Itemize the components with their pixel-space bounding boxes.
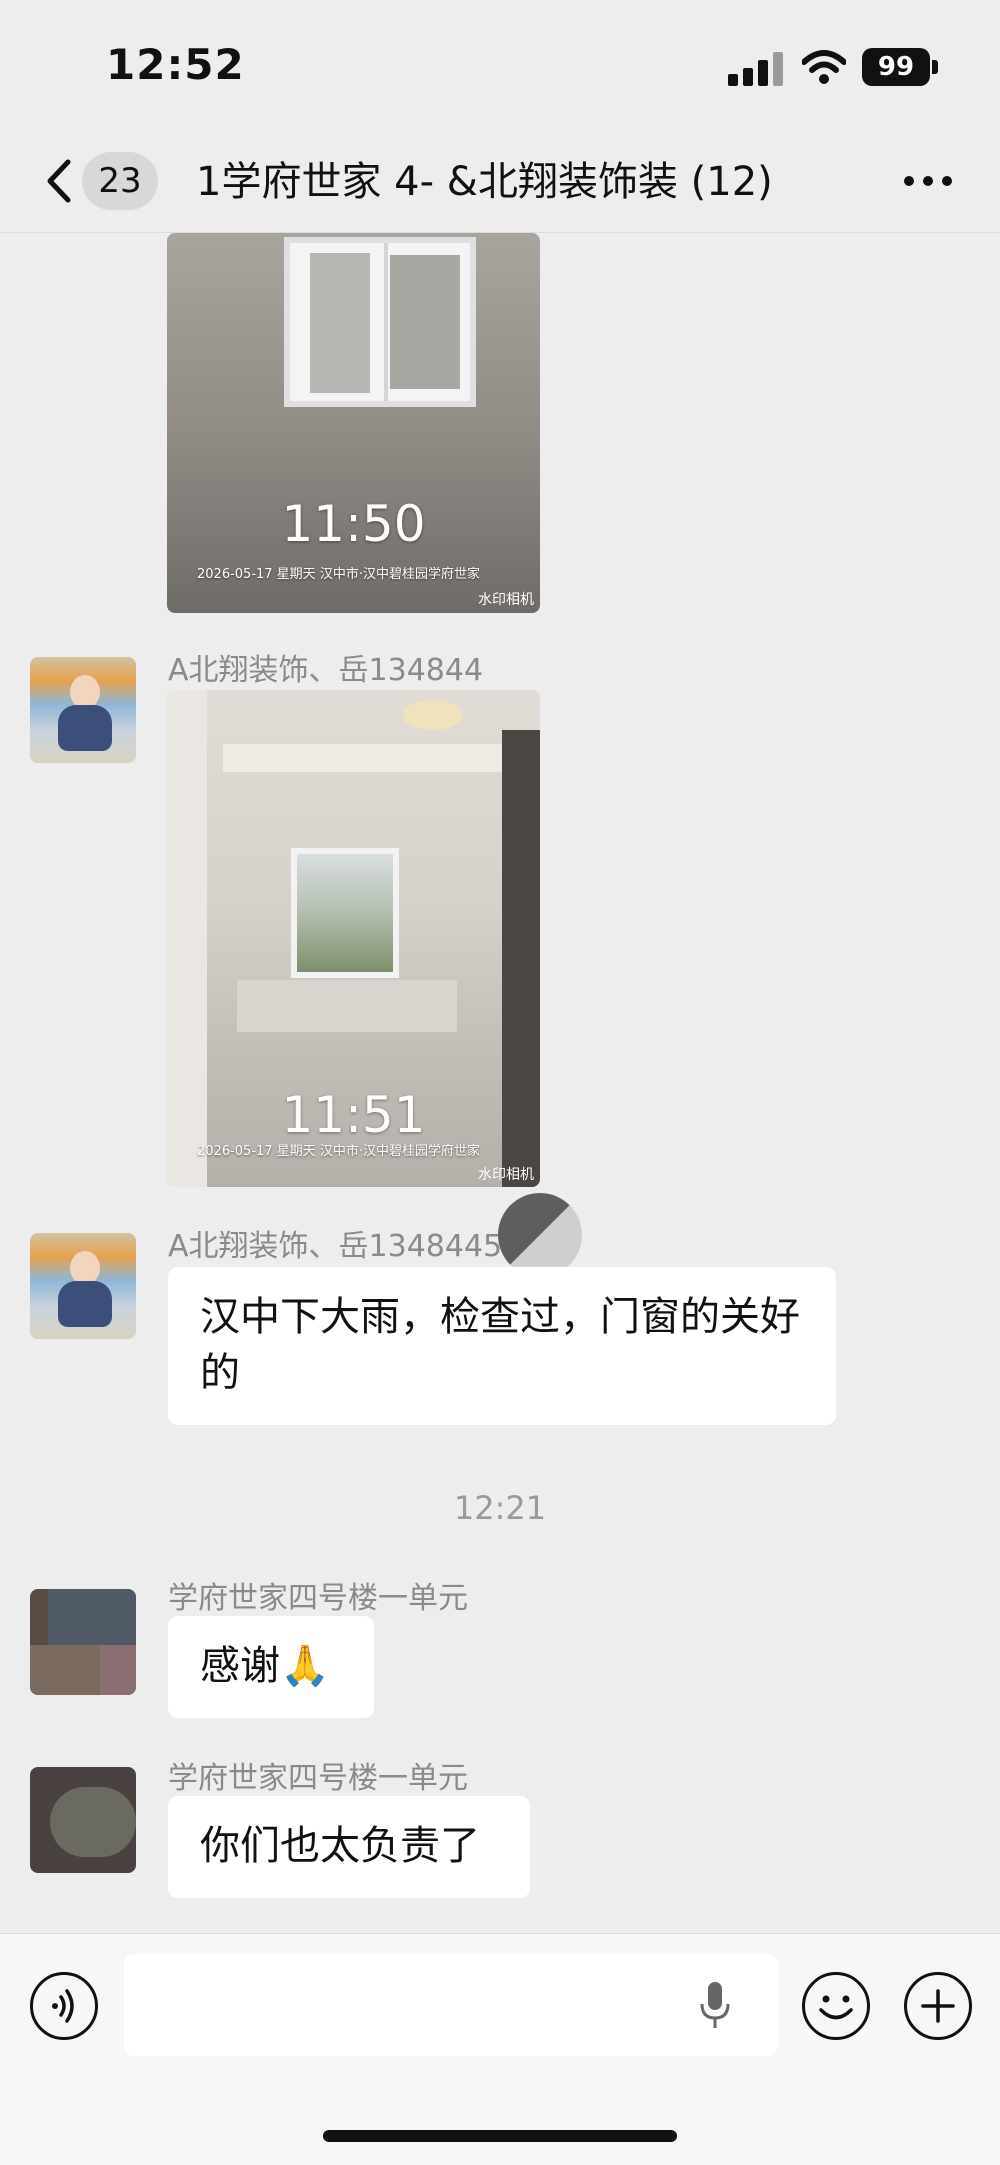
photo-ceiling-light: [403, 700, 463, 730]
signal-icon: [728, 52, 784, 86]
plus-icon[interactable]: [904, 1972, 972, 2040]
photo-caption: 2026-05-17 星期天 汉中市·汉中碧桂园学府世家: [197, 1144, 480, 1159]
sender-name: 学府世家四号楼一单元: [168, 1581, 468, 1616]
status-bar: 12:52 99: [0, 0, 1000, 130]
message-list[interactable]: 11:50 2026-05-17 星期天 汉中市·汉中碧桂园学府世家 水印相机 …: [0, 233, 1000, 1933]
home-indicator: [323, 2130, 677, 2142]
text-message[interactable]: 你们也太负责了: [168, 1796, 530, 1898]
photo-caption: 2026-05-17 星期天 汉中市·汉中碧桂园学府世家: [197, 567, 480, 582]
avatar[interactable]: [30, 657, 136, 763]
wifi-icon: [802, 50, 846, 84]
photo-watermark-brand: 水印相机: [478, 1167, 534, 1183]
mic-icon[interactable]: [700, 1980, 730, 2032]
photo-cornice: [223, 744, 523, 772]
photo-window-seat: [237, 980, 457, 1032]
voice-icon[interactable]: [30, 1972, 98, 2040]
image-message[interactable]: 11:50 2026-05-17 星期天 汉中市·汉中碧桂园学府世家 水印相机: [167, 233, 540, 613]
message-input[interactable]: [124, 1954, 778, 2056]
chat-title: 1学府世家 4- &北翔装饰装 (12): [196, 159, 773, 205]
photo-timestamp: 11:51: [281, 1086, 426, 1144]
status-time: 12:52: [106, 40, 245, 89]
chat-header: 23 1学府世家 4- &北翔装饰装 (12): [0, 130, 1000, 233]
sender-name: A北翔装饰、岳1348445: [168, 1229, 503, 1264]
sender-name: A北翔装饰、岳134844: [168, 653, 484, 688]
photo-window: [284, 237, 476, 407]
text-message[interactable]: 感谢🙏: [168, 1616, 374, 1718]
unread-count-badge[interactable]: 23: [82, 152, 158, 210]
photo-watermark-brand: 水印相机: [478, 592, 534, 608]
sender-name: 学府世家四号楼一单元: [168, 1761, 468, 1796]
time-divider: 12:21: [453, 1489, 547, 1527]
back-icon[interactable]: [40, 156, 80, 206]
avatar[interactable]: [30, 1233, 136, 1339]
photo-window: [291, 848, 399, 978]
image-message[interactable]: 11:51 2026-05-17 星期天 汉中市·汉中碧桂园学府世家 水印相机: [167, 690, 540, 1187]
text-message[interactable]: 汉中下大雨，检查过，门窗的关好的: [168, 1267, 836, 1425]
privacy-blur-circle: [498, 1193, 582, 1277]
avatar[interactable]: [30, 1767, 136, 1873]
photo-timestamp: 11:50: [281, 495, 426, 553]
battery-icon: 99: [862, 48, 930, 86]
emoji-icon[interactable]: [802, 1972, 870, 2040]
battery-tip: [932, 60, 938, 74]
more-icon[interactable]: [900, 166, 956, 196]
input-bar: [0, 1933, 1000, 2165]
avatar[interactable]: [30, 1589, 136, 1695]
